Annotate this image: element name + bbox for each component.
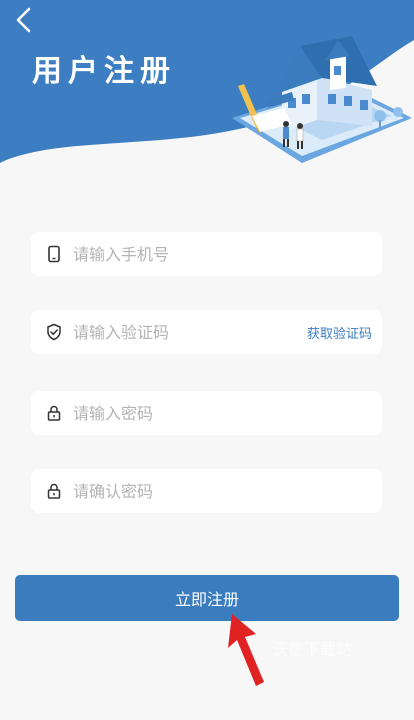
- annotation-arrow-icon: [228, 614, 264, 686]
- register-button[interactable]: 立即注册: [15, 575, 399, 621]
- confirm-password-field[interactable]: [31, 469, 382, 513]
- shield-check-icon: [47, 323, 61, 341]
- confirm-password-input[interactable]: [71, 480, 372, 502]
- code-input[interactable]: [71, 321, 307, 343]
- page-title: 用户注册: [32, 54, 176, 89]
- phone-field[interactable]: [31, 232, 382, 276]
- code-field[interactable]: 获取验证码: [31, 310, 382, 354]
- register-button-label: 立即注册: [174, 590, 239, 609]
- watermark: 沃德下载站: [272, 640, 353, 659]
- back-button[interactable]: [8, 4, 40, 36]
- house-illustration: [232, 36, 412, 163]
- lock-icon: [47, 483, 61, 499]
- get-code-button[interactable]: 获取验证码: [307, 323, 372, 342]
- phone-icon: [48, 245, 60, 263]
- lock-icon: [47, 405, 61, 421]
- password-input[interactable]: [71, 402, 372, 424]
- password-field[interactable]: [31, 391, 382, 435]
- chevron-left-icon: [16, 7, 31, 33]
- phone-input[interactable]: [71, 243, 372, 265]
